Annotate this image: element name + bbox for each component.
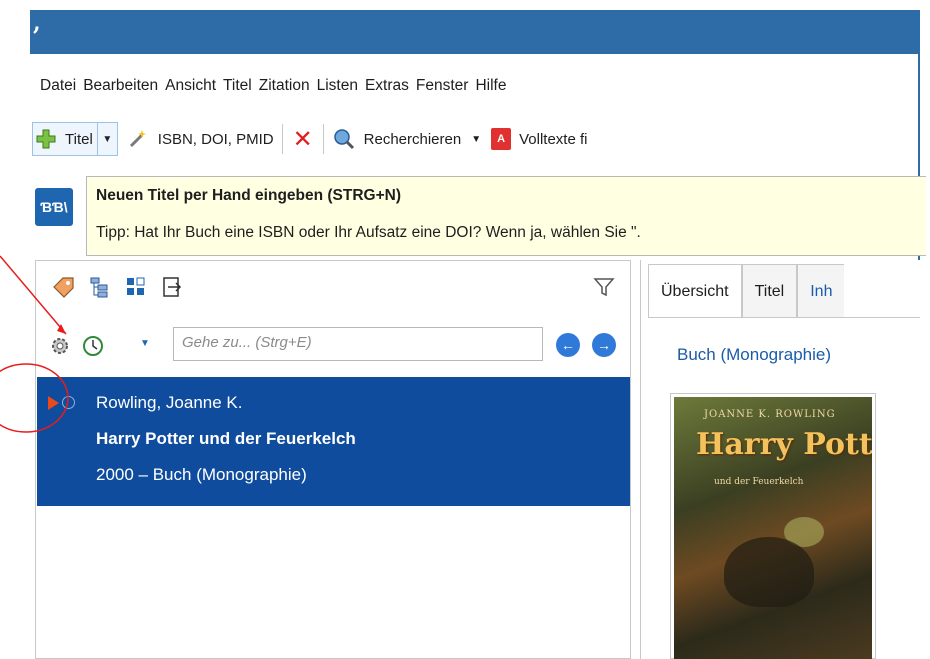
- tab-title[interactable]: Titel: [741, 264, 798, 318]
- add-title-button[interactable]: Titel: [32, 122, 98, 156]
- isbn-doi-pmid-button[interactable]: ISBN, DOI, PMID: [126, 123, 274, 155]
- tooltip-body: Tipp: Hat Ihr Buch eine ISBN oder Ihr Au…: [96, 224, 641, 241]
- history-dropdown-icon[interactable]: ▼: [140, 338, 150, 349]
- caret-down-icon[interactable]: ▼: [471, 134, 481, 145]
- book-cover-image: JOANNE K. ROWLING Harry Potter und der F…: [674, 397, 872, 659]
- back-arrow-icon[interactable]: ←: [556, 333, 580, 357]
- cover-subtitle-text: und der Feuerkelch: [714, 477, 804, 487]
- history-clock-icon[interactable]: [80, 334, 106, 358]
- menu-bar: Datei Bearbeiten Ansicht Titel Zitation …: [30, 72, 513, 100]
- red-x-icon: ✕: [292, 125, 313, 153]
- menu-extras[interactable]: Extras: [365, 77, 409, 95]
- add-title-label: Titel: [65, 130, 93, 148]
- research-button[interactable]: Recherchieren ▼: [332, 123, 481, 155]
- green-plus-icon: [33, 126, 59, 152]
- fulltext-button[interactable]: A Volltexte fi: [491, 123, 587, 155]
- library-icon: ƁƁ\: [35, 188, 73, 226]
- globe-search-icon: [332, 127, 356, 151]
- grid-view-icon[interactable]: [122, 273, 150, 301]
- cover-title-text: Harry Potter: [696, 427, 872, 462]
- menu-fenster[interactable]: Fenster: [416, 77, 469, 95]
- filter-icon[interactable]: [590, 273, 618, 301]
- reference-title: Harry Potter und der Feuerkelch: [96, 429, 356, 448]
- title-bar: [30, 10, 920, 54]
- export-icon[interactable]: [158, 273, 186, 301]
- cover-author-text: JOANNE K. ROWLING: [704, 409, 836, 420]
- isbn-doi-pmid-label: ISBN, DOI, PMID: [157, 130, 274, 148]
- menu-datei[interactable]: Datei: [40, 77, 76, 95]
- search-row: ▼ Gehe zu... (Strg+E) ← →: [36, 322, 630, 376]
- tab-content[interactable]: Inh: [797, 264, 845, 318]
- gear-icon[interactable]: [48, 334, 72, 358]
- reference-meta: 2000 – Buch (Monographie): [96, 465, 307, 484]
- tooltip-title: Neuen Titel per Hand eingeben (STRG+N): [96, 187, 402, 204]
- pdf-icon: A: [491, 128, 512, 150]
- tab-overview[interactable]: Übersicht: [648, 264, 742, 318]
- reference-type-link[interactable]: Buch (Monographie): [677, 345, 831, 365]
- main-toolbar: Titel ▼ ISBN, DOI, PMID ✕ Recherchieren …: [30, 118, 920, 160]
- tab-divider: [648, 317, 920, 318]
- tree-view-icon[interactable]: [86, 273, 114, 301]
- magic-wand-icon: [126, 127, 150, 151]
- menu-bearbeiten[interactable]: Bearbeiten: [83, 77, 158, 95]
- research-label: Recherchieren: [363, 130, 462, 148]
- toolbar-separator: [281, 124, 283, 154]
- menu-ansicht[interactable]: Ansicht: [165, 77, 216, 95]
- book-cover: JOANNE K. ROWLING Harry Potter und der F…: [670, 393, 876, 659]
- fulltext-label: Volltexte fi: [519, 130, 588, 148]
- cover-figure: [724, 537, 814, 607]
- detail-tabs: Übersicht Titel Inh: [648, 264, 845, 318]
- status-circle-icon[interactable]: [62, 396, 75, 409]
- delete-button[interactable]: ✕: [291, 123, 315, 155]
- flag-icon[interactable]: [48, 396, 59, 410]
- add-title-dropdown-button[interactable]: ▼: [97, 122, 118, 156]
- reference-list-toolbar: [36, 265, 630, 309]
- menu-listen[interactable]: Listen: [317, 77, 358, 95]
- forward-arrow-icon[interactable]: →: [592, 333, 616, 357]
- caret-down-icon: ▼: [102, 133, 113, 145]
- search-input[interactable]: Gehe zu... (Strg+E): [173, 327, 543, 361]
- app-logo-icon: ,: [33, 10, 41, 36]
- menu-zitation[interactable]: Zitation: [259, 77, 310, 95]
- toolbar-separator: [322, 124, 324, 154]
- tab-content-label: Inh: [810, 282, 833, 300]
- menu-titel[interactable]: Titel: [223, 77, 252, 95]
- reference-author: Rowling, Joanne K.: [96, 393, 243, 412]
- menu-hilfe[interactable]: Hilfe: [475, 77, 506, 95]
- tag-icon[interactable]: [50, 273, 78, 301]
